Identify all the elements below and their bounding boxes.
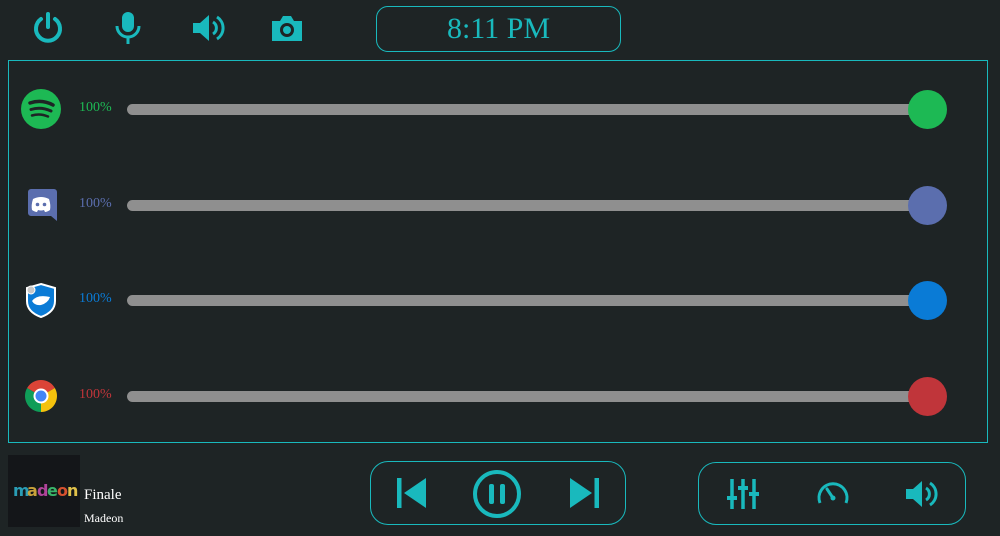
spotify-volume-label: 100%	[79, 100, 112, 115]
speaker-icon	[906, 481, 938, 507]
chrome-volume-handle[interactable]	[908, 377, 947, 416]
album-art-image: m a d e o n	[8, 455, 80, 527]
equalizer-icon	[727, 479, 759, 509]
speedometer-icon	[817, 482, 849, 504]
chrome-volume-label: 100%	[79, 387, 112, 402]
previous-button[interactable]	[391, 474, 433, 512]
channel-chrome: 100%	[9, 374, 987, 418]
system-volume-button[interactable]	[188, 10, 228, 46]
clock-display: 8:11 PM	[376, 6, 621, 52]
rocket-league-icon	[19, 278, 63, 322]
output-volume-button[interactable]	[901, 475, 941, 513]
discord-volume-slider[interactable]	[127, 186, 947, 225]
discord-volume-label: 100%	[79, 196, 112, 211]
volume-mixer-panel: 100% 100% 100% 100%	[8, 60, 988, 443]
speedometer-button[interactable]	[813, 475, 853, 513]
spotify-volume-slider[interactable]	[127, 90, 947, 129]
microphone-icon	[115, 12, 141, 44]
discord-volume-handle[interactable]	[908, 186, 947, 225]
channel-discord: 100%	[9, 183, 987, 227]
next-button[interactable]	[563, 474, 605, 512]
camera-icon	[272, 16, 302, 41]
clock-time: 8:11 PM	[446, 12, 551, 45]
rocket-league-volume-slider[interactable]	[127, 281, 947, 320]
track-title: Finale	[84, 487, 122, 503]
rocket-league-volume-handle[interactable]	[908, 281, 947, 320]
track-artist: Madeon	[84, 511, 124, 525]
channel-rocket-league: 100%	[9, 278, 987, 322]
rocket-league-volume-label: 100%	[79, 291, 112, 306]
chrome-icon	[19, 374, 63, 418]
spotify-icon	[19, 87, 63, 131]
camera-button[interactable]	[268, 10, 306, 46]
power-icon	[34, 12, 62, 43]
microphone-button[interactable]	[110, 10, 146, 46]
settings-controls	[698, 462, 966, 525]
now-playing: m a d e o n Finale Madeon	[8, 455, 208, 527]
channel-spotify: 100%	[9, 87, 987, 131]
speaker-icon	[193, 15, 225, 41]
chrome-volume-slider[interactable]	[127, 377, 947, 416]
power-button[interactable]	[30, 10, 66, 46]
skip-previous-icon	[397, 478, 426, 508]
pause-icon	[473, 470, 521, 518]
discord-icon	[19, 183, 63, 227]
equalizer-button[interactable]	[723, 475, 763, 513]
spotify-volume-handle[interactable]	[908, 90, 947, 129]
svg-text:n: n	[67, 481, 78, 500]
skip-next-icon	[570, 478, 599, 508]
media-controls	[370, 461, 626, 525]
pause-button[interactable]	[471, 468, 523, 520]
album-art[interactable]: m a d e o n	[8, 455, 80, 527]
